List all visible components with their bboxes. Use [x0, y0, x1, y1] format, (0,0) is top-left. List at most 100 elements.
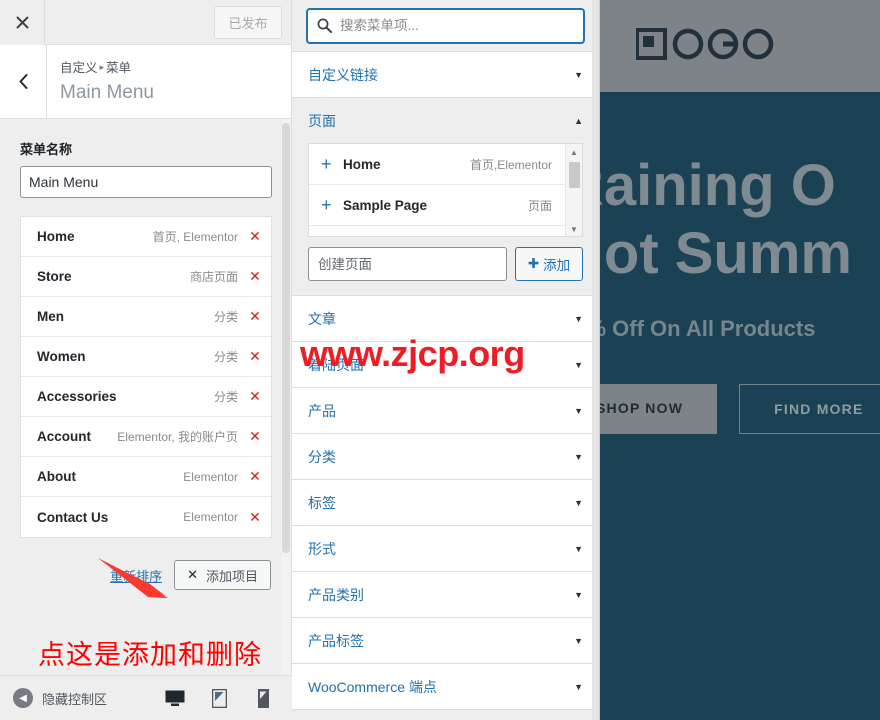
delete-icon[interactable]: ✕	[248, 428, 262, 445]
delete-icon[interactable]: ✕	[248, 308, 262, 325]
add-items-button[interactable]: ✕ 添加项目	[174, 560, 271, 590]
delete-icon[interactable]: ✕	[248, 468, 262, 485]
menu-item-meta: 分类	[86, 348, 248, 365]
menu-item-row[interactable]: Contact UsElementor✕	[21, 497, 271, 537]
chevron-down-icon: ▼	[574, 498, 583, 508]
menu-item-row[interactable]: Store商店页面✕	[21, 257, 271, 297]
accordion-section-10: WooCommerce 端点▼	[292, 664, 599, 710]
chevron-down-icon: ▼	[574, 682, 583, 692]
add-items-button-label: 添加项目	[206, 566, 258, 585]
accordion-label: 产品标签	[308, 631, 364, 651]
customizer-topbar: 已发布	[0, 0, 291, 45]
shop-now-button[interactable]: SHOP NOW	[600, 384, 717, 434]
accordion-header[interactable]: 产品标签▼	[292, 618, 599, 663]
accordion-section-1: 页面▲+Home首页,Elementor+Sample Page页面+Conta…	[292, 98, 599, 296]
menu-item-row[interactable]: Home首页, Elementor✕	[21, 217, 271, 257]
menu-item-row[interactable]: AboutElementor✕	[21, 457, 271, 497]
desktop-icon[interactable]	[164, 688, 186, 710]
available-page-row[interactable]: +Sample Page页面	[309, 185, 582, 226]
scroll-up-arrow[interactable]: ▲	[570, 148, 578, 157]
panel-header-text: 自定义▸菜单 Main Menu	[47, 45, 154, 118]
screenshot-root: 已发布 自定义▸菜单 Main Menu 菜单名称 Home首页, Elemen…	[0, 0, 880, 720]
accordion-section-9: 产品标签▼	[292, 618, 599, 664]
customizer-scrollbar-thumb[interactable]	[282, 123, 290, 553]
accordion-section-5: 分类▼	[292, 434, 599, 480]
site-logo[interactable]: LOGO	[636, 28, 784, 62]
reorder-link[interactable]: 重新排序	[110, 566, 162, 585]
menu-item-search-box[interactable]	[306, 8, 585, 44]
close-glyph	[16, 16, 29, 29]
accordion-header[interactable]: 页面▲	[292, 98, 599, 143]
menu-name-input[interactable]	[20, 166, 272, 198]
mobile-glyph	[258, 689, 269, 708]
search-icon	[317, 18, 332, 38]
desktop-glyph	[165, 690, 185, 707]
accordion-header[interactable]: 分类▼	[292, 434, 599, 479]
mobile-icon[interactable]	[252, 688, 274, 710]
delete-icon[interactable]: ✕	[248, 348, 262, 365]
available-page-meta: 页面	[427, 197, 552, 214]
accordion-header[interactable]: WooCommerce 端点▼	[292, 664, 599, 709]
chevron-down-icon: ▼	[574, 70, 583, 80]
menu-item-row[interactable]: AccountElementor, 我的账户页✕	[21, 417, 271, 457]
delete-icon[interactable]: ✕	[248, 268, 262, 285]
available-page-row[interactable]: +Home首页,Elementor	[309, 144, 582, 185]
available-page-meta: 首页,Elementor	[381, 156, 552, 173]
available-page-title: Sample Page	[343, 198, 427, 213]
accordion-header[interactable]: 自定义链接▼	[292, 52, 599, 97]
menu-item-title: Account	[37, 429, 91, 444]
accordion-header[interactable]: 文章▼	[292, 296, 599, 341]
scroll-down-arrow[interactable]: ▼	[570, 225, 578, 234]
hero-heading-line1: Raining O	[600, 152, 880, 220]
delete-icon[interactable]: ✕	[248, 228, 262, 245]
accordion-header[interactable]: 产品类别▼	[292, 572, 599, 617]
publish-button[interactable]: 已发布	[214, 6, 282, 39]
accordion-body: +Home首页,Elementor+Sample Page页面+Contact …	[292, 143, 599, 295]
customizer-scrollbar[interactable]	[281, 119, 291, 675]
menu-item-row[interactable]: Women分类✕	[21, 337, 271, 377]
accordion-header[interactable]: 产品▼	[292, 388, 599, 433]
menu-item-title: Accessories	[37, 389, 117, 404]
delete-icon[interactable]: ✕	[248, 509, 262, 526]
menu-item-meta: 商店页面	[72, 268, 248, 285]
delete-icon[interactable]: ✕	[248, 388, 262, 405]
breadcrumb-current: 菜单	[106, 61, 131, 75]
customizer-section-header: 自定义▸菜单 Main Menu	[0, 45, 291, 119]
available-page-row[interactable]: +Contact UsEl	[309, 226, 582, 237]
accordion-section-0: 自定义链接▼	[292, 52, 599, 98]
tablet-glyph	[212, 689, 227, 708]
accordion-header[interactable]: 标签▼	[292, 480, 599, 525]
chevron-left-glyph	[19, 74, 28, 89]
accordion-label: 分类	[308, 447, 336, 467]
pages-list-scrollbar[interactable]: ▲▼	[565, 144, 582, 237]
preview-site-header: LOGO	[600, 0, 880, 92]
menu-items-list: Home首页, Elementor✕Store商店页面✕Men分类✕Women分…	[20, 216, 272, 538]
accordion-section-3: 着陆页面▼	[292, 342, 599, 388]
close-x-icon: ✕	[187, 567, 198, 583]
accordion-label: 文章	[308, 309, 336, 329]
collapse-sidebar-button[interactable]: ◀ 隐藏控制区	[0, 688, 107, 708]
menu-item-title: Men	[37, 309, 64, 324]
menu-item-row[interactable]: Accessories分类✕	[21, 377, 271, 417]
panel-scrollbar[interactable]	[592, 0, 599, 720]
plus-icon: +	[321, 195, 343, 216]
create-page-input[interactable]	[308, 247, 507, 281]
menu-item-search-wrap	[292, 0, 599, 52]
close-icon[interactable]	[0, 0, 45, 45]
plus-icon: ✚	[528, 256, 539, 272]
tablet-icon[interactable]	[208, 688, 230, 710]
logo-icon	[636, 28, 784, 62]
menu-name-label: 菜单名称	[0, 119, 291, 166]
back-chevron-icon[interactable]	[0, 45, 47, 118]
add-page-button[interactable]: ✚添加	[515, 247, 583, 281]
accordion-header[interactable]: 着陆页面▼	[292, 342, 599, 387]
chevron-up-icon: ▲	[574, 116, 583, 126]
pages-list-scrollbar-thumb[interactable]	[569, 162, 580, 188]
search-input[interactable]	[340, 10, 583, 42]
menu-item-row[interactable]: Men分类✕	[21, 297, 271, 337]
menu-item-title: Store	[37, 269, 72, 284]
accordion-header[interactable]: 形式▼	[292, 526, 599, 571]
breadcrumb-parent[interactable]: 自定义	[60, 61, 98, 75]
chevron-down-icon: ▼	[574, 360, 583, 370]
find-more-button[interactable]: FIND MORE	[739, 384, 880, 434]
